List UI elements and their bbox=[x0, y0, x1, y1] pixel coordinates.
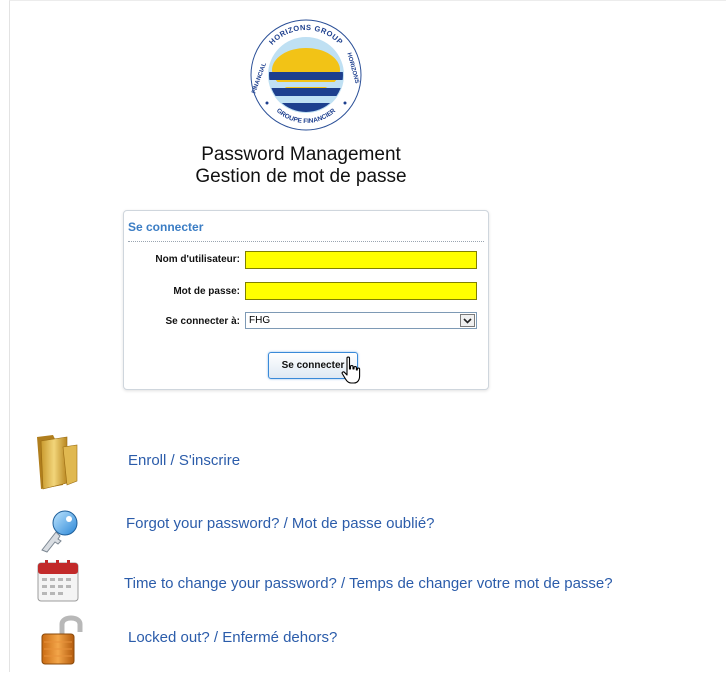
domain-label: Se connecter à: bbox=[165, 316, 240, 327]
username-input[interactable] bbox=[245, 251, 477, 269]
enroll-link[interactable]: Enroll / S'inscrire bbox=[128, 452, 240, 469]
page-title-english: Password Management bbox=[201, 144, 401, 165]
change-password-link[interactable]: Time to change your password? / Temps de… bbox=[124, 575, 613, 592]
chevron-down-icon[interactable] bbox=[460, 314, 475, 327]
username-label: Nom d'utilisateur: bbox=[155, 254, 240, 265]
hand-cursor-icon bbox=[341, 356, 361, 384]
company-logo: HORIZONS GROUP FINANCIAL HORIZONS GROUPE… bbox=[250, 19, 362, 131]
login-panel: Se connecter Nom d'utilisateur: Mot de p… bbox=[123, 210, 489, 390]
domain-select[interactable]: FHG bbox=[245, 312, 477, 329]
calendar-icon bbox=[37, 560, 79, 602]
password-input[interactable] bbox=[245, 282, 477, 300]
login-panel-title: Se connecter bbox=[128, 220, 204, 234]
forgot-password-link[interactable]: Forgot your password? / Mot de passe oub… bbox=[126, 515, 435, 532]
open-padlock-icon bbox=[41, 615, 83, 665]
key-icon bbox=[41, 510, 78, 553]
folder-icon bbox=[37, 435, 78, 490]
panel-divider bbox=[128, 241, 484, 242]
page-title-french: Gestion de mot de passe bbox=[195, 166, 407, 187]
domain-select-value: FHG bbox=[249, 315, 271, 326]
locked-out-link[interactable]: Locked out? / Enfermé dehors? bbox=[128, 629, 337, 646]
password-label: Mot de passe: bbox=[173, 286, 240, 297]
